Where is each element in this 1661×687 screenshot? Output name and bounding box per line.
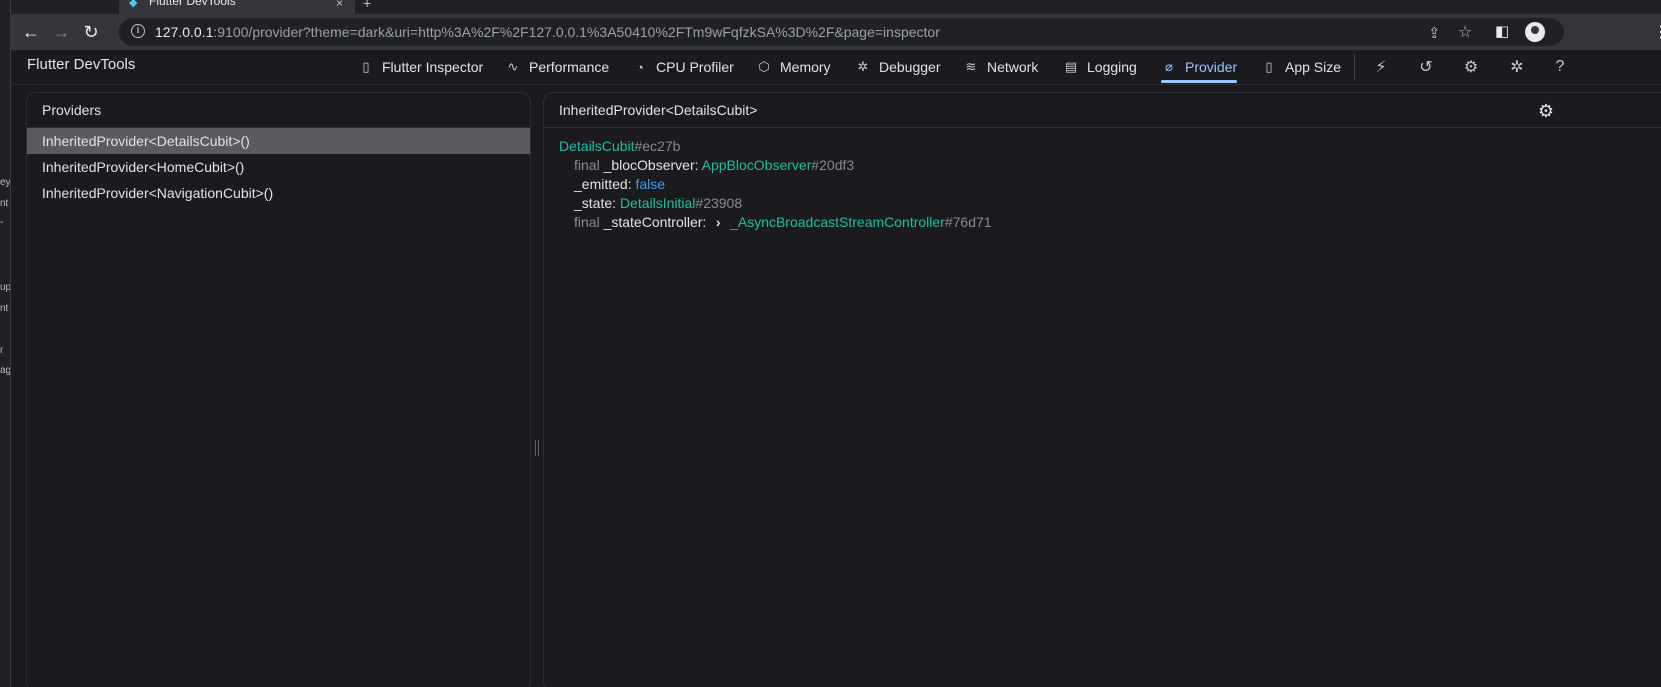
settings-gear-icon[interactable]: ⚙ [1538,101,1554,122]
url-host: 127.0.0.1 [155,24,214,40]
provider-item[interactable]: InheritedProvider<NavigationCubit>() [27,180,530,206]
provider-details-panel: InheritedProvider<DetailsCubit> ⚙ Detail… [543,92,1661,687]
wifi-icon: ≋ [965,59,977,74]
tab-flutter-inspector[interactable]: ▯ Flutter Inspector [358,50,483,84]
panel-title: Providers [27,93,530,128]
tab-label: Provider [1185,59,1238,75]
profile-avatar-icon[interactable] [1525,22,1545,42]
field-value: false [635,176,666,192]
tab-debugger[interactable]: ✲ Debugger [855,50,941,84]
tab-cpu-profiler[interactable]: ◔ CPU Profiler [632,50,734,84]
field-hash: #76d71 [944,214,992,230]
close-icon[interactable]: × [336,0,343,10]
tree-field-row[interactable]: final _stateController: › _AsyncBroadcas… [559,213,1661,232]
tab-label: Debugger [879,59,941,75]
field-name: _state: [574,195,617,211]
tab-label: Memory [780,59,831,75]
share-icon[interactable]: ⇪ [1428,24,1441,42]
field-type: _AsyncBroadcastStreamController [730,214,945,230]
tab-memory[interactable]: ⬡ Memory [756,50,831,84]
file-size-icon: ▯ [1265,59,1273,74]
clipboard-icon: ▤ [1064,59,1078,74]
back-arrow-icon[interactable]: ← [19,20,43,44]
devtools-app-bar: Flutter DevTools ▯ Flutter Inspector ∿ Per… [11,50,1661,85]
tab-network[interactable]: ≋ Network [963,50,1039,84]
tab-label: Performance [529,59,610,75]
clipped-text: r [0,345,4,356]
app-title: Flutter DevTools [27,56,136,73]
tree-field-row[interactable]: _state: DetailsInitial#23908 [559,194,1661,213]
tree-field-row[interactable]: final _blocObserver: AppBlocObserver#20d… [559,156,1661,175]
details-title: InheritedProvider<DetailsCubit> [544,93,1661,128]
clipped-text: nt [0,198,9,209]
clipped-text: - [0,217,4,228]
browser-tab-devtools[interactable]: ◆ Flutter DevTools × [119,0,355,14]
browser-toolbar: ← → ↻ i 127.0.0.1:9100/provider?theme=da… [11,14,1661,50]
menu-kebab-icon[interactable]: ⋮ [1653,22,1661,42]
field-type: AppBlocObserver [701,157,812,173]
field-type: DetailsInitial [619,195,696,211]
tab-label: Flutter Inspector [382,59,484,75]
provider-item[interactable]: InheritedProvider<HomeCubit>() [27,154,530,180]
root-type: DetailsCubit [559,138,635,154]
field-name: _blocObserver: [603,157,699,173]
tree-root-row[interactable]: DetailsCubit#ec27b [559,137,1661,156]
clipped-text: ag [0,365,11,376]
forward-arrow-icon[interactable]: → [49,20,73,44]
bug-icon: ✲ [857,59,869,74]
panel-resize-handle[interactable] [535,440,539,456]
debug-bug-icon[interactable]: ✲ [1505,55,1529,79]
address-bar[interactable]: i 127.0.0.1:9100/provider?theme=dark&uri… [119,18,1564,46]
modifier-keyword: final [574,214,600,230]
clipped-text: up [0,282,11,293]
gauge-icon: ◔ [636,59,644,75]
hot-reload-icon[interactable]: ⚡ [1369,55,1393,79]
field-name: _emitted: [574,176,632,192]
new-tab-button[interactable]: + [363,0,371,11]
reload-icon[interactable]: ↻ [79,20,103,44]
providers-panel: Providers InheritedProvider<DetailsCubit… [26,92,531,687]
background-window-strip: ey nt - up nt r ag [0,0,11,687]
field-name: _stateController: [603,214,707,230]
pulse-icon: ∿ [507,59,519,74]
clipped-text: ey [0,177,11,188]
url-text[interactable]: 127.0.0.1:9100/provider?theme=dark&uri=h… [155,24,940,40]
tab-provider[interactable]: ⌀ Provider [1161,50,1238,84]
paperclip-icon: ⌀ [1165,59,1173,74]
settings-gear-icon[interactable]: ⚙ [1459,55,1483,79]
tab-label: CPU Profiler [656,59,734,75]
tab-logging[interactable]: ▤ Logging [1063,50,1137,84]
state-tree: DetailsCubit#ec27b final _blocObserver: … [544,128,1661,232]
tab-app-size[interactable]: ▯ App Size [1261,50,1341,84]
tree-field-row[interactable]: _emitted: false [559,175,1661,194]
toolbar-divider [1354,54,1355,80]
field-hash: #23908 [695,195,743,211]
modifier-keyword: final [574,157,600,173]
field-hash: #20df3 [811,157,855,173]
tab-title: Flutter DevTools [149,0,236,8]
tab-label: Logging [1087,59,1137,75]
tab-performance[interactable]: ∿ Performance [505,50,610,84]
clipped-text: nt [0,303,9,314]
side-panel-icon[interactable]: ◧ [1495,22,1509,40]
tab-label: App Size [1285,59,1342,75]
root-hash: #ec27b [634,138,681,154]
url-path: :9100/provider?theme=dark&uri=http%3A%2F… [213,24,940,40]
help-icon[interactable]: ? [1548,55,1572,79]
tab-label: Network [987,59,1039,75]
phone-icon: ▯ [362,59,370,74]
box-icon: ⬡ [758,59,770,74]
hot-restart-icon[interactable]: ↺ [1414,55,1438,79]
site-info-icon[interactable]: i [131,24,145,38]
provider-item[interactable]: InheritedProvider<DetailsCubit>() [27,128,530,154]
bookmark-star-icon[interactable]: ☆ [1458,22,1472,42]
flutter-logo-icon: ◆ [129,0,138,9]
expand-chevron-icon[interactable]: › [710,213,726,232]
browser-tab-strip: ◆ Flutter DevTools × + [11,0,1661,14]
